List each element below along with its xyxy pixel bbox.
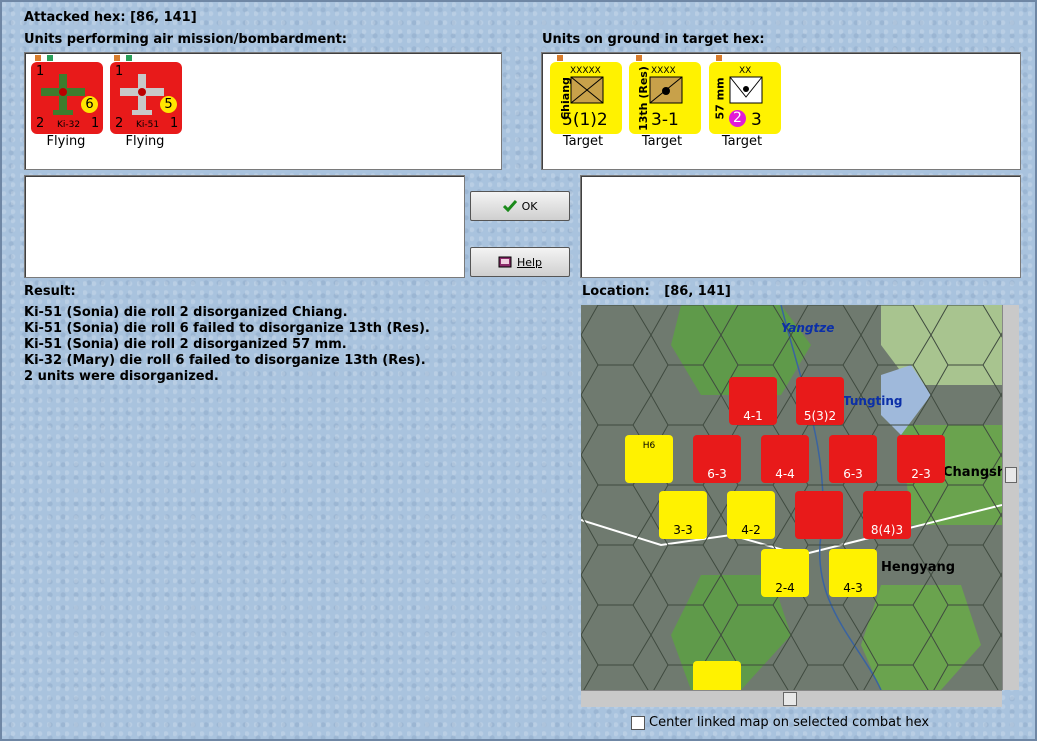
counter-bottom-left: 2 xyxy=(36,116,45,131)
unit-strength: 3 xyxy=(751,110,762,130)
ground-units-title: Units on ground in target hex: xyxy=(542,32,765,47)
strength-badge: 2 xyxy=(729,110,746,127)
location-value: [86, 141] xyxy=(664,284,731,299)
antitank-icon xyxy=(729,76,763,104)
result-line: Ki-51 (Sonia) die roll 2 disorganized Ch… xyxy=(24,305,348,320)
map-unit-counter[interactable]: 6-3 xyxy=(693,435,741,483)
unit-flag-icon xyxy=(126,55,132,61)
result-label: Result: xyxy=(24,284,76,299)
location-label: Location: [86, 141] xyxy=(582,284,731,299)
ground-unit-counter-chiang[interactable]: XXXXX Chiang 5(1)2 xyxy=(550,62,622,134)
unit-flag-icon xyxy=(557,55,563,61)
ground-info-panel xyxy=(580,175,1021,278)
map-air-unit-counter[interactable] xyxy=(795,491,843,539)
result-line: Ki-51 (Sonia) die roll 2 disorganized 57… xyxy=(24,337,347,352)
air-unit-counter-ki32[interactable]: 1 6 2 Ki-32 1 xyxy=(31,62,103,134)
counter-bottom-left: 2 xyxy=(115,116,124,131)
map-unit-counter[interactable]: 4-2 xyxy=(727,491,775,539)
map-unit-counter[interactable]: 5(3)2 xyxy=(796,377,844,425)
help-book-icon xyxy=(498,256,512,268)
unit-flag-icon xyxy=(636,55,642,61)
air-info-panel xyxy=(24,175,465,278)
map-unit-counter[interactable]: 4-1 xyxy=(729,377,777,425)
counter-bottom-right: 1 xyxy=(170,116,179,131)
map-unit-counter[interactable]: 6-3 xyxy=(829,435,877,483)
scroll-thumb[interactable] xyxy=(783,692,797,706)
unit-status: Flying xyxy=(46,134,86,149)
unit-flag-icon xyxy=(114,55,120,61)
center-map-checkbox[interactable] xyxy=(631,716,645,730)
center-map-checkbox-label: Center linked map on selected combat hex xyxy=(649,715,930,730)
unit-strength: 5(1)2 xyxy=(562,110,608,130)
scroll-thumb[interactable] xyxy=(1005,467,1017,483)
map-label: Tungting xyxy=(843,394,903,408)
aircraft-model: Ki-32 xyxy=(57,120,81,130)
aircraft-model: Ki-51 xyxy=(136,120,160,130)
help-button[interactable]: Help xyxy=(470,247,570,277)
map-unit-counter[interactable]: 4-4 xyxy=(761,435,809,483)
result-line: Ki-51 (Sonia) die roll 6 failed to disor… xyxy=(24,321,430,336)
counter-bottom-right: 1 xyxy=(91,116,100,131)
ok-button-label: OK xyxy=(521,199,538,213)
unit-strength: 3-1 xyxy=(651,110,679,130)
ok-button[interactable]: OK xyxy=(470,191,570,221)
air-unit-counter-ki51[interactable]: 1 5 2 Ki-51 1 xyxy=(110,62,182,134)
map-vertical-scrollbar[interactable] xyxy=(1002,305,1019,690)
unit-status: Target xyxy=(562,134,604,149)
map-unit-counter[interactable]: 8(4)3 xyxy=(863,491,911,539)
map-unit-counter[interactable]: 3-3 xyxy=(659,491,707,539)
map-label: Hengyang xyxy=(881,560,956,575)
unit-status: Target xyxy=(721,134,763,149)
rating-badge: 6 xyxy=(81,96,98,113)
result-log: Ki-51 (Sonia) die roll 2 disorganized Ch… xyxy=(24,305,430,385)
result-line: 2 units were disorganized. xyxy=(24,369,219,384)
attacked-hex-label: Attacked hex: [86, 141] xyxy=(24,10,197,25)
map-unit-counter[interactable]: 2-3 xyxy=(897,435,945,483)
location-label-text: Location: xyxy=(582,284,650,299)
unit-flag-icon xyxy=(35,55,41,61)
air-units-title: Units performing air mission/bombardment… xyxy=(24,32,348,47)
rating-badge: 5 xyxy=(160,96,177,113)
unit-status: Target xyxy=(641,134,683,149)
linked-map[interactable]: Yangtze Tungting Changsha Hengyang 4-1 5… xyxy=(581,305,1002,690)
hex-terrain xyxy=(581,305,1002,690)
ground-unit-counter-13th-res[interactable]: XXXX 13th (Res) 3-1 xyxy=(629,62,701,134)
map-unit-counter[interactable]: 2-4 xyxy=(761,549,809,597)
unit-flag-icon xyxy=(716,55,722,61)
map-horizontal-scrollbar[interactable] xyxy=(581,690,1002,707)
map-unit-counter[interactable]: H6 xyxy=(625,435,673,483)
result-line: Ki-32 (Mary) die roll 6 failed to disorg… xyxy=(24,353,426,368)
map-label: Changsha xyxy=(943,465,1002,480)
map-unit-counter[interactable]: 4-3 xyxy=(829,549,877,597)
unit-status: Flying xyxy=(125,134,165,149)
checkmark-icon xyxy=(502,200,517,212)
map-label: Yangtze xyxy=(781,321,835,335)
ground-unit-counter-57mm[interactable]: XX 57 mm 2 3 xyxy=(709,62,781,134)
map-unit-counter[interactable] xyxy=(693,661,741,690)
unit-flag-icon xyxy=(47,55,53,61)
help-button-label: Help xyxy=(516,255,543,269)
